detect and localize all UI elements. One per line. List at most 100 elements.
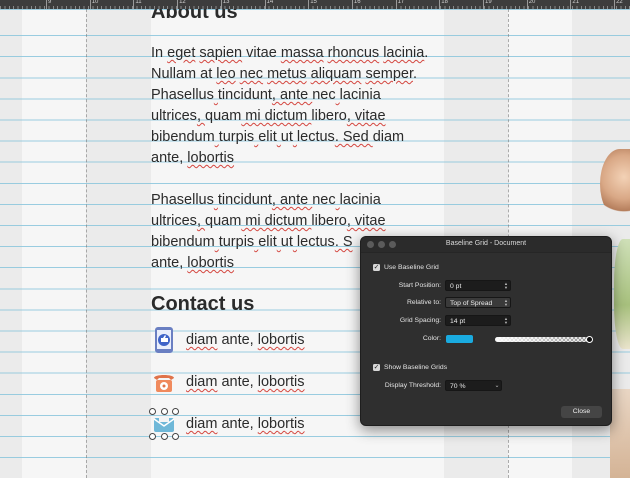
ruler-tick — [395, 0, 397, 9]
contact-heading[interactable]: Contact us — [151, 294, 254, 315]
envelope-icon[interactable] — [149, 408, 179, 440]
misspelled-word: , ante — [271, 87, 313, 103]
horizontal-ruler[interactable]: 9 10 11 12 13 14 15 16 17 18 19 20 21 22 — [0, 0, 630, 9]
text-segment: bibendum — [151, 129, 215, 145]
use-baseline-grid-checkbox[interactable]: ✓ Use Baseline Grid — [373, 264, 439, 271]
text-segment: nec — [312, 192, 336, 208]
misspelled-word: lacinia — [383, 45, 425, 61]
selection-handle[interactable] — [161, 433, 168, 440]
close-button[interactable]: Close — [561, 406, 602, 418]
misspelled-word: diam — [186, 416, 218, 432]
text-segment: nec — [312, 87, 336, 103]
phone-like-icon[interactable] — [151, 326, 177, 354]
text-segment: lacinia — [339, 192, 381, 208]
misspelled-word: rhoncus — [327, 45, 380, 61]
misspelled-word: , ante — [271, 192, 313, 208]
ruler-tick — [89, 0, 91, 9]
ruler-tick — [264, 0, 266, 9]
about-paragraph-1[interactable]: In eget sapien vitae massa rhoncus lacin… — [151, 43, 451, 169]
misspelled-word: lobortis — [187, 255, 235, 271]
contact-row[interactable]: diam ante, lobortis — [149, 408, 305, 440]
opacity-slider[interactable] — [495, 337, 590, 342]
ruler-tick — [526, 0, 528, 9]
misspelled-word: , — [196, 108, 205, 124]
about-heading[interactable]: About us — [151, 9, 238, 23]
ruler-tick — [483, 0, 484, 9]
start-position-field[interactable]: 0 pt ▲ ▼ — [445, 280, 511, 291]
contact-text: diam ante, lobortis — [186, 332, 305, 348]
text-segment: Nullam at — [151, 66, 217, 82]
stepper-icon[interactable]: ▲ ▼ — [503, 317, 509, 325]
start-position-value: 0 pt — [450, 283, 462, 290]
text-segment: lacinia — [339, 87, 381, 103]
text-segment: tincidunt — [217, 87, 272, 103]
text-segment: turpis — [218, 234, 255, 250]
baseline-grid-dialog[interactable]: Baseline Grid - Document ✓ Use Baseline … — [360, 236, 612, 426]
text-segment: ante, — [151, 255, 188, 271]
text-segment: turpis — [218, 129, 255, 145]
misspelled-word: aliquam — [310, 66, 362, 82]
checkmark-icon: ✓ — [373, 364, 380, 371]
grid-color-swatch[interactable] — [446, 335, 473, 343]
text-segment: elit — [258, 234, 277, 250]
text-segment: libero — [311, 213, 347, 229]
ruler-tick — [46, 0, 47, 9]
selection-handle[interactable] — [149, 433, 156, 440]
misspelled-word: metus — [267, 66, 307, 82]
relative-to-value: Top of Spread — [450, 300, 493, 307]
text-segment: tincidunt — [217, 192, 272, 208]
selection-handle[interactable] — [149, 408, 156, 415]
ruler-tick-label: 19 — [485, 0, 492, 5]
text-segment: elit — [258, 129, 277, 145]
misspelled-word: , vitae — [346, 108, 386, 124]
contact-row[interactable]: diam ante, lobortis — [151, 367, 305, 397]
ruler-tick-label: 14 — [266, 0, 274, 5]
text-line: In eget sapien vitae massa rhoncus lacin… — [151, 43, 451, 64]
ruler-tick-label: 11 — [135, 0, 142, 5]
text-segment: In — [151, 45, 168, 61]
selection-handle[interactable] — [161, 408, 168, 415]
telephone-icon[interactable] — [151, 368, 177, 396]
display-threshold-field[interactable]: 70 % ⌄ — [445, 380, 502, 391]
ruler-tick — [220, 0, 222, 9]
misspelled-word: sapien — [199, 45, 243, 61]
contact-text: diam ante, lobortis — [186, 374, 305, 390]
show-baseline-grids-checkbox[interactable]: ✓ Show Baseline Grids — [373, 364, 447, 371]
decorative-image — [614, 239, 630, 349]
ruler-tick — [439, 0, 441, 9]
misspelled-word: lobortis — [257, 416, 305, 432]
misspelled-word: mi dictum — [241, 108, 312, 124]
ruler-tick-label: 9 — [48, 0, 52, 5]
misspelled-word: , — [196, 213, 205, 229]
ruler-tick-label: 12 — [179, 0, 186, 5]
chevron-updown-icon: ▲ ▼ — [504, 298, 508, 307]
contact-row[interactable]: diam ante, lobortis — [151, 325, 305, 355]
selection-handle[interactable] — [172, 433, 179, 440]
checkmark-icon: ✓ — [373, 264, 380, 271]
opacity-slider-knob[interactable] — [586, 336, 593, 343]
misspelled-word: lobortis — [187, 150, 235, 166]
ruler-tick — [133, 0, 135, 9]
text-segment: lectus — [296, 234, 335, 250]
text-segment: . — [424, 45, 429, 61]
misspelled-word: eget — [167, 45, 196, 61]
misspelled-word: mi dictum — [241, 213, 312, 229]
text-segment: ultrices — [151, 108, 197, 124]
text-segment: ultrices — [151, 213, 197, 229]
text-line: ultrices, quam mi dictum libero, vitae — [151, 106, 451, 127]
relative-to-dropdown[interactable]: Top of Spread ▲ ▼ — [445, 297, 511, 308]
text-segment: ut — [280, 234, 293, 250]
stepper-icon[interactable]: ▲ ▼ — [503, 282, 509, 290]
ruler-tick — [308, 0, 310, 9]
ruler-tick — [177, 0, 179, 9]
selection-handle[interactable] — [172, 408, 179, 415]
misspelled-word: . S — [334, 234, 353, 250]
dialog-titlebar[interactable]: Baseline Grid - Document — [361, 237, 611, 253]
text-segment: Phasellus — [151, 192, 214, 208]
chevron-down-icon[interactable]: ⌄ — [494, 382, 500, 390]
grid-spacing-field[interactable]: 14 pt ▲ ▼ — [445, 315, 511, 326]
misspelled-word: diam — [186, 332, 218, 348]
ruler-tick-label: 18 — [441, 0, 448, 5]
ruler-tick — [614, 0, 616, 9]
guide-line[interactable] — [86, 9, 87, 478]
